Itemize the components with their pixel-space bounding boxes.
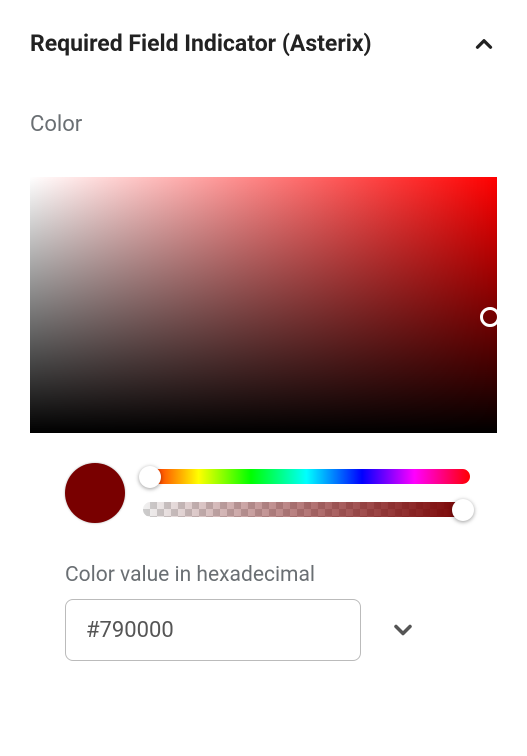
hex-section: Color value in hexadecimal	[30, 563, 497, 661]
hex-row	[65, 599, 497, 661]
slider-row	[30, 463, 497, 523]
expand-toggle[interactable]	[389, 616, 417, 644]
chevron-up-icon	[471, 31, 497, 57]
color-swatch	[65, 463, 125, 523]
saturation-brightness-picker[interactable]	[30, 177, 497, 433]
hex-input[interactable]	[65, 599, 361, 661]
alpha-slider[interactable]	[143, 502, 470, 517]
sliders	[143, 469, 497, 517]
hue-slider[interactable]	[143, 469, 470, 484]
saturation-brightness-thumb	[480, 307, 500, 327]
chevron-down-icon	[389, 616, 417, 644]
collapse-toggle[interactable]	[471, 31, 497, 57]
hex-label: Color value in hexadecimal	[65, 563, 497, 587]
section-header: Required Field Indicator (Asterix)	[30, 30, 497, 57]
alpha-thumb[interactable]	[452, 499, 474, 521]
section-title: Required Field Indicator (Asterix)	[30, 30, 372, 57]
color-label: Color	[30, 112, 497, 137]
hue-thumb[interactable]	[139, 466, 161, 488]
